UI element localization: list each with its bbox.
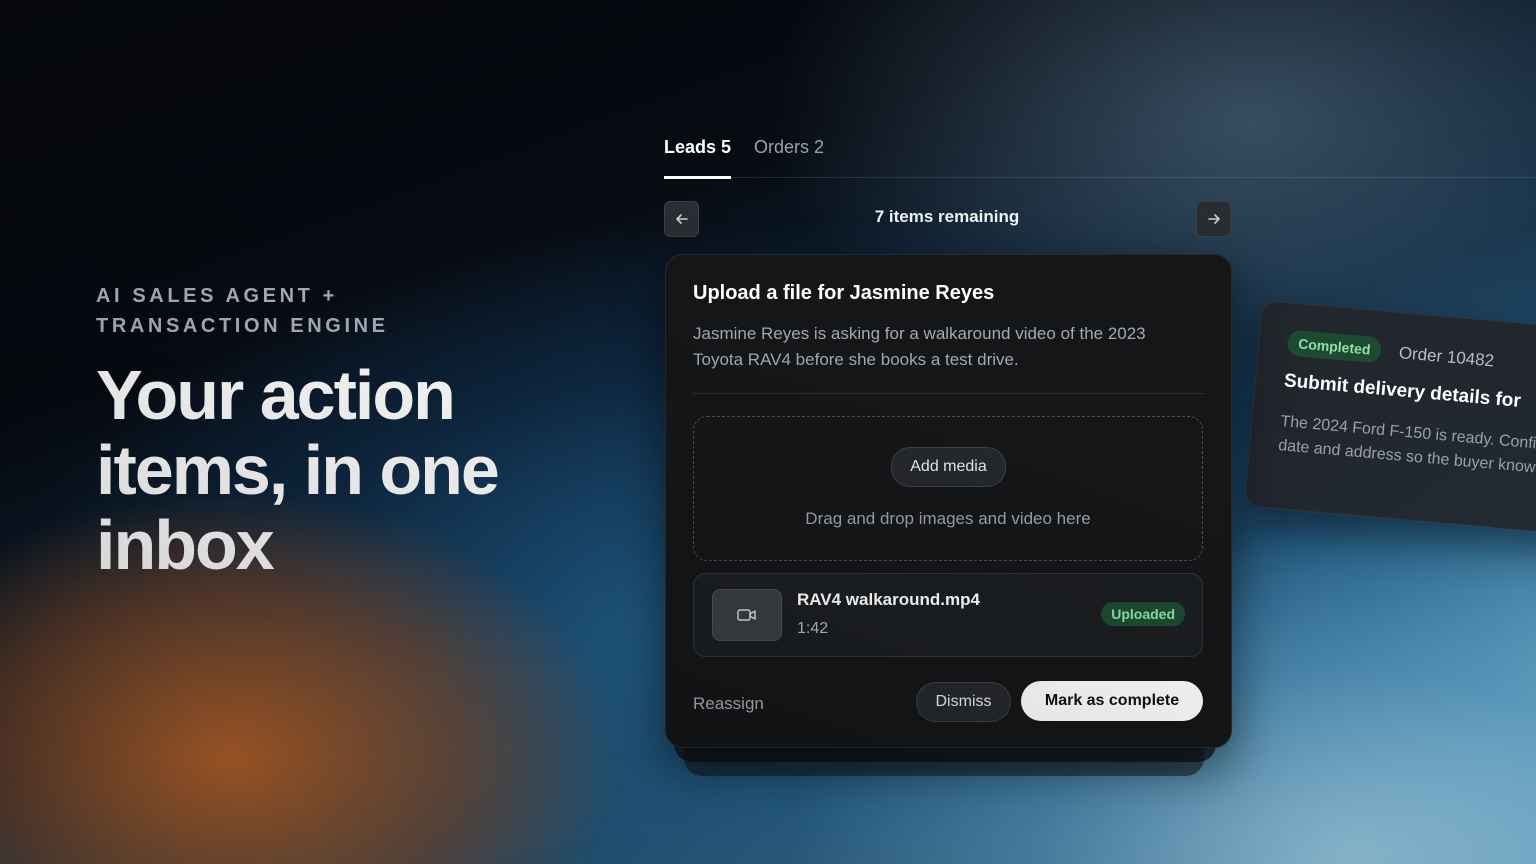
reassign-button[interactable]: Reassign [693,694,764,714]
task-title: Upload a file for Jasmine Reyes [693,282,995,304]
tab-label: Orders [754,137,810,157]
tab-count: 2 [814,137,825,157]
tab-count: 5 [721,137,732,157]
stage: AI SALES AGENT + TRANSACTION ENGINE Your… [0,0,1536,864]
headline: Your action items, in one inbox [96,356,500,584]
tab-leads[interactable]: Leads 5 [664,137,732,179]
file-thumbnail [712,589,782,641]
add-media-button[interactable]: Add media [891,447,1006,487]
order-card[interactable]: Completed Order 10482 Submit delivery de… [1243,300,1536,537]
order-number: Order 10482 [1398,343,1495,371]
task-description: Jasmine Reyes is asking for a walkaround… [693,324,1146,369]
upload-status-badge: Uploaded [1101,602,1185,626]
tab-bar: Leads 5 Orders 2 [664,128,1536,179]
order-card-description: The 2024 Ford F-150 is ready. Confirm a … [1277,413,1536,478]
file-name: RAV4 walkaround.mp4 [797,590,980,609]
eyebrow: AI SALES AGENT + TRANSACTION ENGINE [96,285,389,337]
arrow-right-icon [1207,214,1220,224]
dismiss-button[interactable]: Dismiss [916,682,1011,722]
arrow-left-icon [675,214,688,224]
uploaded-file[interactable]: RAV4 walkaround.mp4 1:42 Uploaded [693,573,1203,657]
order-card-title: Submit delivery details for [1283,370,1522,412]
media-dropzone[interactable]: Add media Drag and drop images and video… [693,416,1203,561]
items-remaining: 7 items remaining [874,207,1020,226]
mark-complete-button[interactable]: Mark as complete [1021,681,1203,721]
dropzone-hint: Drag and drop images and video here [805,509,1091,528]
video-camera-icon [737,609,756,621]
status-badge: Completed [1286,329,1383,364]
previous-item-button[interactable] [664,201,699,237]
tab-orders[interactable]: Orders 2 [754,137,824,176]
tab-label: Leads [664,137,717,157]
task-card: Upload a file for Jasmine Reyes Jasmine … [665,254,1232,748]
file-duration: 1:42 [797,620,829,637]
divider [693,393,1204,394]
next-item-button[interactable] [1196,201,1231,237]
